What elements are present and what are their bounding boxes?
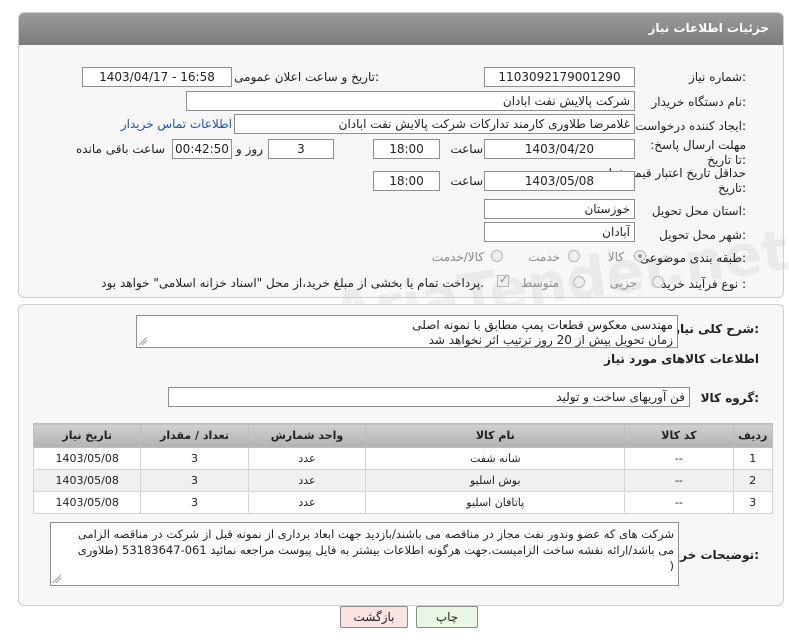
cell-qty: 3 [140,447,249,470]
cell-row: 2 [732,469,774,492]
purchase-option-minor: جزیی [609,276,637,290]
price-date-field[interactable]: 1403/05/08 [484,171,635,191]
reply-deadline-label: مهلت ارسال پاسخ: تا تاریخ: [650,138,746,167]
purchase-type-label: نوع فرآیند خرید : [661,277,746,291]
cell-name: شانه شفت [365,447,626,470]
purchase-option-medium: متوسط [521,276,559,290]
buyer-org-label: نام دستگاه خریدار: [651,95,747,109]
cell-name: بوش اسلیو [365,469,626,492]
category-radio-service[interactable] [568,250,580,262]
goods-group-field[interactable]: فن آوریهای ساخت و تولید [168,387,690,407]
category-option-goods: کالا [607,250,624,264]
table-row[interactable]: 1 -- شانه شفت عدد 3 1403/05/08 [32,447,774,470]
goods-table-header: ردیف کد کالا نام کالا واحد شمارش تعداد /… [32,423,774,448]
table-row[interactable]: 3 -- پاتافان اسلیو عدد 3 1403/05/08 [32,491,774,514]
cell-qty: 3 [140,469,249,492]
reply-date-field[interactable]: 1403/04/20 [484,139,635,159]
province-field[interactable]: خوزستان [484,199,635,219]
treasury-payment-checkbox[interactable] [497,273,509,287]
buyer-contact-link[interactable]: اطلاعات تماس خریدار [121,117,232,131]
cell-row: 1 [732,447,774,470]
buyer-notes-textarea[interactable]: شرکت های که عضو وندور نفت مجاز در مناقصه… [50,522,679,586]
col-code: کد کالا [624,423,734,448]
need-number-field[interactable]: 1103092179001290 [484,67,635,87]
city-label: شهر محل تحویل: [659,228,746,242]
cell-row: 3 [732,491,774,514]
cell-qty: 3 [140,491,249,514]
goods-section-title: اطلاعات کالاهای مورد نیاز [604,352,759,366]
category-option-service: خدمت [528,250,560,264]
purchase-radio-minor[interactable] [652,276,664,288]
col-name: نام کالا [365,423,626,448]
cell-unit: عدد [247,491,367,514]
announce-field[interactable]: 1403/04/17 - 16:58 [82,67,232,87]
description-label: شرح کلی نیاز: [673,322,759,336]
category-radio-goods-service[interactable] [491,250,503,262]
goods-group-label: گروه کالا: [700,391,759,405]
cell-unit: عدد [247,469,367,492]
cell-date: 1403/05/08 [32,491,142,514]
back-button[interactable]: بازگشت [340,606,408,628]
col-qty: تعداد / مقدار [140,423,249,448]
category-label: طبقه بندی موضوعی: [639,251,746,265]
reply-time-field[interactable]: 18:00 [373,139,440,159]
reply-time-label: ساعت [450,142,483,156]
cell-code: -- [624,447,734,470]
price-time-label: ساعت [450,174,483,188]
category-option-goods-service: کالا/خدمت [431,250,484,264]
resize-handle-icon[interactable] [139,337,147,345]
province-label: استان محل تحویل: [651,204,746,218]
description-line-1: مهندسی معکوس قطعات پمپ مطابق با نمونه اص… [412,318,673,332]
col-row: ردیف [732,423,774,448]
resize-handle-icon[interactable] [53,575,61,583]
cell-name: پاتافان اسلیو [365,491,626,514]
remaining-label: ساعت باقی مانده [75,142,165,156]
buyer-notes-line-2: می باشد/ارائه نقشه ساخت الزامیست.جهت هرگ… [77,543,674,557]
days-field[interactable]: 3 [268,139,334,159]
requester-field[interactable]: غلامرضا طلاوری کارمند تدارکات شرکت پالای… [234,114,635,134]
cell-unit: عدد [247,447,367,470]
print-button[interactable]: چاپ [416,606,478,628]
remaining-time-field[interactable]: 00:42:50 [172,139,232,159]
col-unit: واحد شمارش [247,423,367,448]
cell-date: 1403/05/08 [32,469,142,492]
panel-header: جزئیات اطلاعات نیاز [19,13,783,45]
purchase-radio-medium[interactable] [573,276,585,288]
treasury-payment-note: پرداخت تمام یا بخشی از مبلغ خرید،از محل … [101,276,484,290]
need-number-label: شماره نیاز: [688,70,746,84]
description-textarea[interactable]: مهندسی معکوس قطعات پمپ مطابق با نمونه اص… [136,315,678,348]
col-date: تاریخ نیاز [32,423,142,448]
goods-table: ردیف کد کالا نام کالا واحد شمارش تعداد /… [32,423,774,514]
buyer-notes-line-1: شرکت های که عضو وندور نفت مجاز در مناقصه… [77,527,674,541]
description-line-2: زمان تحویل بیش از 20 روز ترتیب اثر نخواه… [428,333,673,347]
days-label: روز و [236,142,263,156]
buyer-org-field[interactable]: شرکت پالایش نفت ابادان [186,91,635,111]
announce-label: تاریخ و ساعت اعلان عمومی: [234,70,379,84]
cell-code: -- [624,491,734,514]
table-row[interactable]: 2 -- بوش اسلیو عدد 3 1403/05/08 [32,469,774,492]
requester-label: ایجاد کننده درخواست: [635,119,746,133]
cell-date: 1403/05/08 [32,447,142,470]
buyer-notes-line-3: ) [669,559,675,573]
price-time-field[interactable]: 18:00 [373,171,440,191]
cell-code: -- [624,469,734,492]
category-radio-goods[interactable] [634,250,646,262]
panel-title: جزئیات اطلاعات نیاز [648,21,769,35]
city-field[interactable]: آبادان [484,222,635,242]
